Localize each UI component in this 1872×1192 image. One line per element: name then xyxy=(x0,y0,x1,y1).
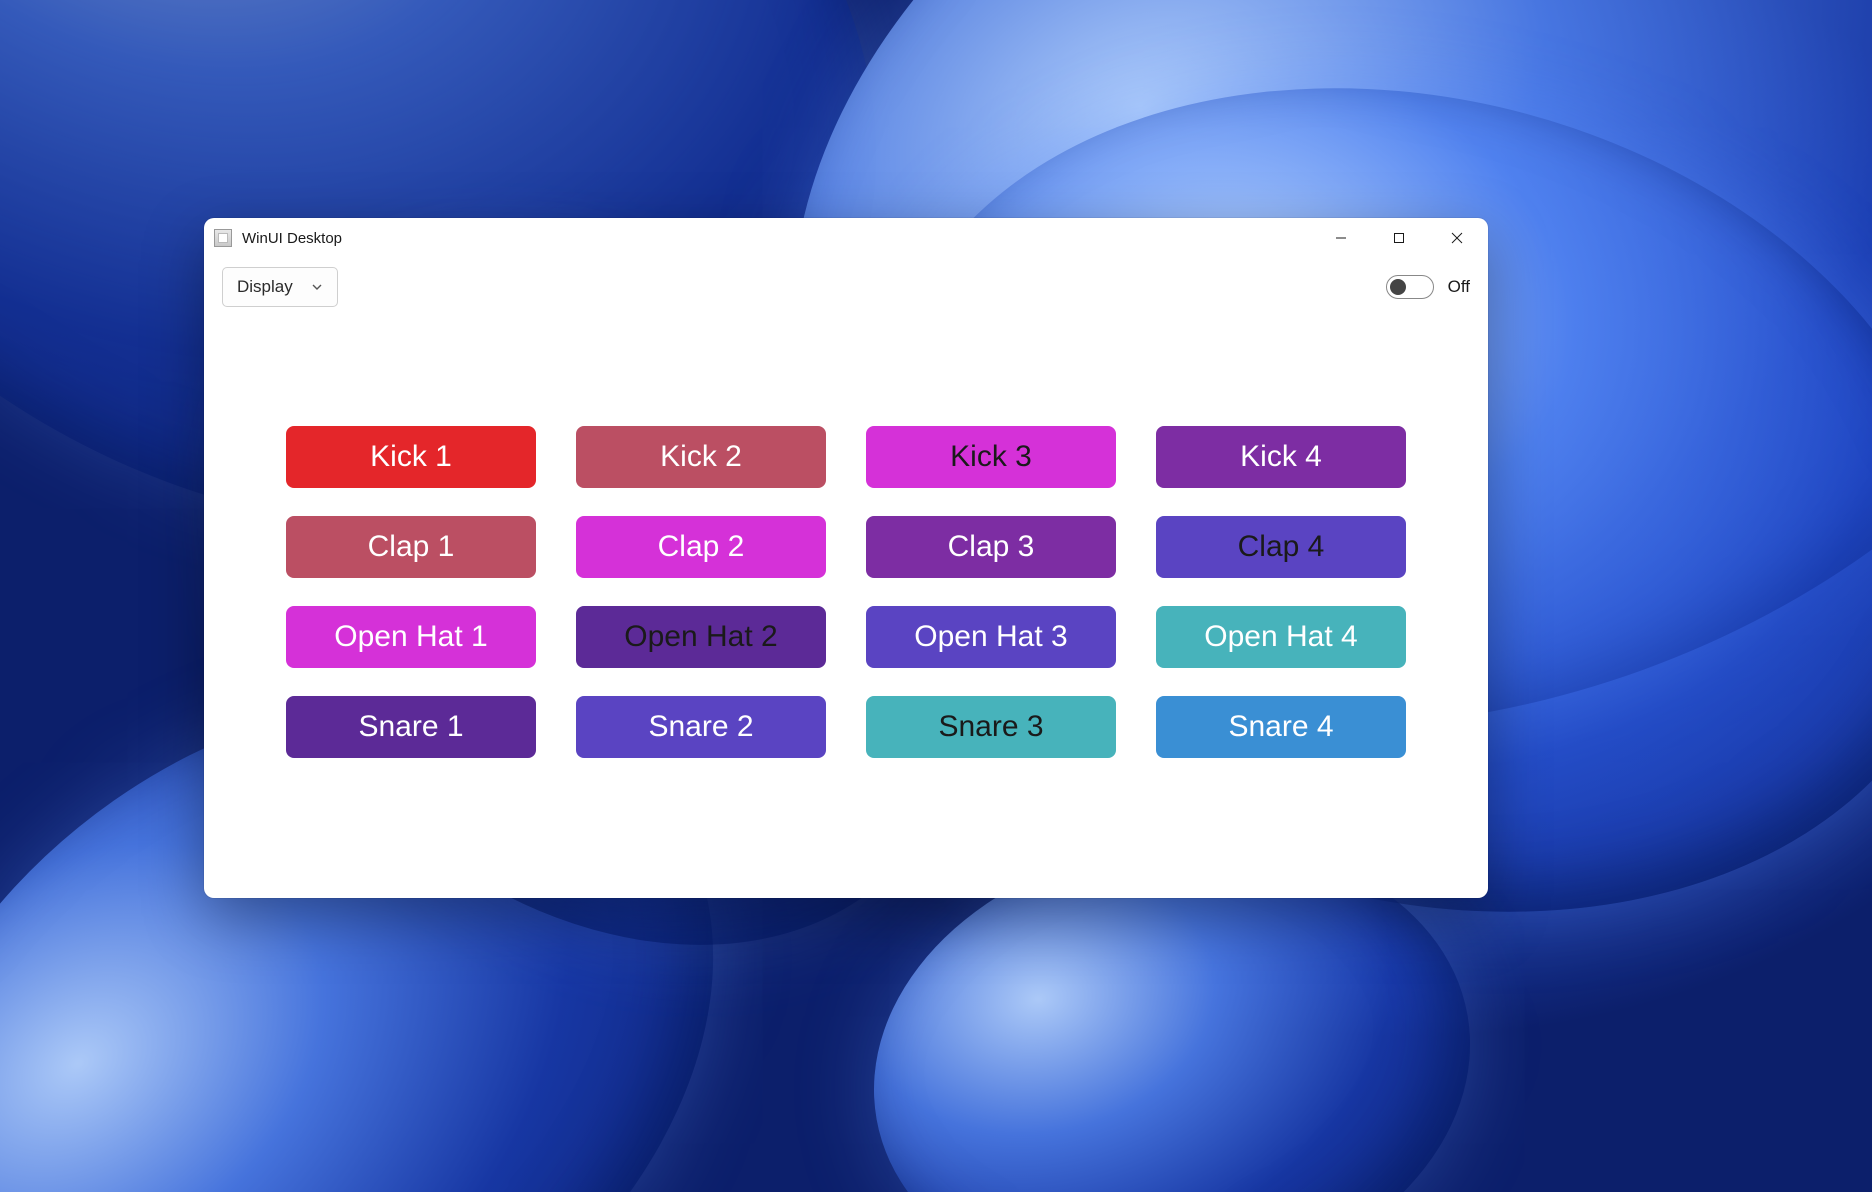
close-icon xyxy=(1451,232,1463,244)
pad-kick-4[interactable]: Kick 4 xyxy=(1156,426,1406,488)
titlebar[interactable]: WinUI Desktop xyxy=(204,218,1488,258)
toggle-knob xyxy=(1390,279,1406,295)
pad-open-hat-2[interactable]: Open Hat 2 xyxy=(576,606,826,668)
pad-area: Kick 1 Kick 2 Kick 3 Kick 4 Clap 1 Clap … xyxy=(204,316,1488,898)
pad-snare-3[interactable]: Snare 3 xyxy=(866,696,1116,758)
toggle-label: Off xyxy=(1448,277,1470,297)
chevron-down-icon xyxy=(311,281,323,293)
toggle-switch-group: Off xyxy=(1386,275,1470,299)
display-dropdown-label: Display xyxy=(237,277,293,297)
window-title: WinUI Desktop xyxy=(242,230,342,247)
app-window: WinUI Desktop Display Off xyxy=(204,218,1488,898)
pad-snare-4[interactable]: Snare 4 xyxy=(1156,696,1406,758)
minimize-button[interactable] xyxy=(1312,218,1370,258)
pad-snare-2[interactable]: Snare 2 xyxy=(576,696,826,758)
close-button[interactable] xyxy=(1428,218,1486,258)
pad-clap-4[interactable]: Clap 4 xyxy=(1156,516,1406,578)
pad-clap-2[interactable]: Clap 2 xyxy=(576,516,826,578)
maximize-icon xyxy=(1393,232,1405,244)
pad-grid: Kick 1 Kick 2 Kick 3 Kick 4 Clap 1 Clap … xyxy=(286,426,1406,758)
toggle-switch[interactable] xyxy=(1386,275,1434,299)
window-controls xyxy=(1312,218,1486,258)
pad-clap-1[interactable]: Clap 1 xyxy=(286,516,536,578)
pad-kick-2[interactable]: Kick 2 xyxy=(576,426,826,488)
pad-kick-3[interactable]: Kick 3 xyxy=(866,426,1116,488)
pad-clap-3[interactable]: Clap 3 xyxy=(866,516,1116,578)
pad-snare-1[interactable]: Snare 1 xyxy=(286,696,536,758)
toolbar: Display Off xyxy=(204,258,1488,316)
pad-open-hat-3[interactable]: Open Hat 3 xyxy=(866,606,1116,668)
maximize-button[interactable] xyxy=(1370,218,1428,258)
display-dropdown[interactable]: Display xyxy=(222,267,338,307)
pad-kick-1[interactable]: Kick 1 xyxy=(286,426,536,488)
minimize-icon xyxy=(1335,232,1347,244)
pad-open-hat-4[interactable]: Open Hat 4 xyxy=(1156,606,1406,668)
pad-open-hat-1[interactable]: Open Hat 1 xyxy=(286,606,536,668)
app-icon xyxy=(214,229,232,247)
